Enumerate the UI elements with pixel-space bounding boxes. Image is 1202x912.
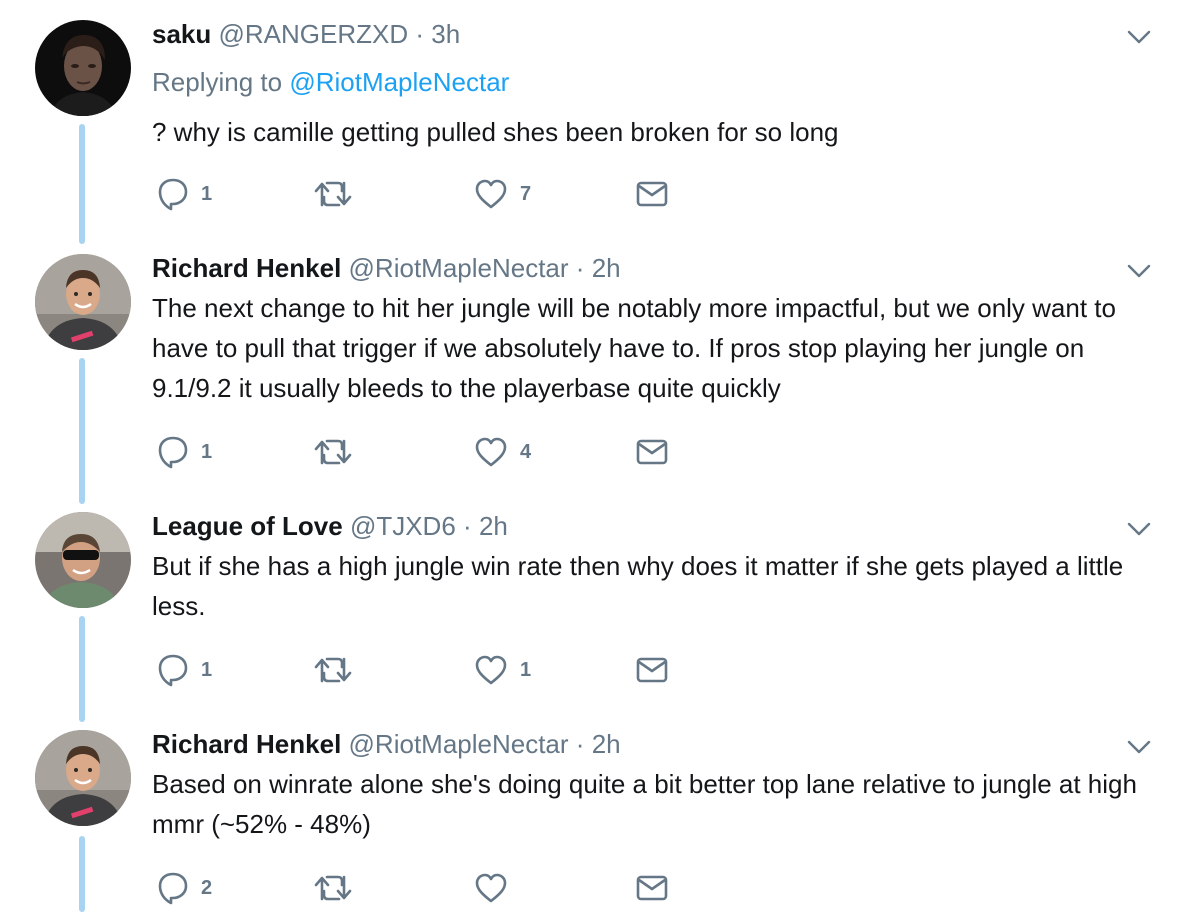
retweet-icon [314, 181, 352, 207]
chevron-down-icon[interactable] [1126, 28, 1152, 46]
reply-button[interactable]: 1 [157, 650, 212, 690]
direct-message-button[interactable] [636, 174, 668, 214]
reply-count: 2 [201, 876, 213, 899]
chevron-down-icon[interactable] [1126, 520, 1152, 538]
retweet-button[interactable] [314, 650, 364, 690]
like-button[interactable]: 1 [474, 650, 531, 690]
tweet-header: Richard Henkel @RiotMapleNectar · 2h [152, 252, 621, 284]
separator-dot: · [415, 19, 425, 49]
heart-icon [475, 655, 507, 685]
direct-message-button[interactable] [636, 868, 668, 908]
reply-icon [158, 178, 188, 211]
separator-dot: · [463, 511, 472, 541]
reply-button[interactable]: 1 [157, 432, 212, 472]
like-count: 1 [520, 658, 532, 681]
tweet-actions: 2 [152, 868, 712, 908]
tweet-text: ? why is camille getting pulled shes bee… [152, 117, 839, 147]
direct-message-button[interactable] [636, 432, 668, 472]
avatar[interactable] [35, 512, 131, 608]
reply-count: 1 [201, 182, 213, 205]
separator-dot: · [575, 253, 585, 283]
reply-icon [158, 872, 188, 905]
tweet[interactable]: Richard Henkel @RiotMapleNectar · 2h Bas… [0, 728, 1202, 912]
tweet-text: Based on winrate alone she's doing quite… [152, 769, 1137, 839]
envelope-icon [636, 181, 668, 207]
timestamp[interactable]: 2h [592, 729, 621, 759]
timestamp[interactable]: 2h [479, 511, 508, 541]
display-name[interactable]: Richard Henkel [152, 253, 341, 283]
reply-icon [158, 436, 188, 469]
avatar[interactable] [35, 254, 131, 350]
envelope-icon [636, 875, 668, 901]
envelope-icon [636, 657, 668, 683]
heart-icon [475, 873, 507, 903]
retweet-button[interactable] [314, 868, 364, 908]
separator-dot: · [575, 729, 585, 759]
tweet[interactable]: League of Love @TJXD6 · 2h But if she ha… [0, 510, 1202, 710]
user-handle[interactable]: @RiotMapleNectar [349, 729, 569, 759]
tweet-actions: 1 4 [152, 432, 712, 472]
like-count: 4 [520, 440, 532, 463]
retweet-button[interactable] [314, 174, 364, 214]
timestamp[interactable]: 3h [431, 19, 460, 49]
tweet-actions: 1 1 [152, 650, 712, 690]
tweet[interactable]: saku @RANGERZXD · 3h Replying to @RiotMa… [0, 18, 1202, 218]
reply-button[interactable]: 1 [157, 174, 212, 214]
tweet-text: The next change to hit her jungle will b… [152, 293, 1116, 403]
like-button[interactable]: 7 [474, 174, 531, 214]
like-button[interactable] [474, 868, 520, 908]
tweet-header: saku @RANGERZXD · 3h [152, 18, 460, 50]
replying-to: Replying to @RiotMapleNectar [152, 66, 509, 98]
timestamp[interactable]: 2h [592, 253, 621, 283]
display-name[interactable]: Richard Henkel [152, 729, 341, 759]
retweet-icon [314, 657, 352, 683]
reply-button[interactable]: 2 [157, 868, 212, 908]
reply-count: 1 [201, 440, 213, 463]
envelope-icon [636, 439, 668, 465]
reply-count: 1 [201, 658, 213, 681]
retweet-button[interactable] [314, 432, 364, 472]
user-handle[interactable]: @RANGERZXD [219, 19, 409, 49]
tweet-header: Richard Henkel @RiotMapleNectar · 2h [152, 728, 621, 760]
tweet-actions: 1 7 [152, 174, 712, 214]
replying-to-handle[interactable]: @RiotMapleNectar [289, 67, 509, 97]
like-count: 7 [520, 182, 532, 205]
avatar[interactable] [35, 20, 131, 116]
reply-icon [158, 654, 188, 687]
chevron-down-icon[interactable] [1126, 738, 1152, 756]
direct-message-button[interactable] [636, 650, 668, 690]
heart-icon [475, 179, 507, 209]
user-handle[interactable]: @TJXD6 [350, 511, 456, 541]
retweet-icon [314, 439, 352, 465]
heart-icon [475, 437, 507, 467]
replying-to-label: Replying to [152, 67, 283, 97]
user-handle[interactable]: @RiotMapleNectar [349, 253, 569, 283]
display-name[interactable]: League of Love [152, 511, 343, 541]
like-button[interactable]: 4 [474, 432, 531, 472]
tweet[interactable]: Richard Henkel @RiotMapleNectar · 2h The… [0, 252, 1202, 492]
tweet-text: But if she has a high jungle win rate th… [152, 551, 1124, 621]
chevron-down-icon[interactable] [1126, 262, 1152, 280]
avatar[interactable] [35, 730, 131, 826]
tweet-header: League of Love @TJXD6 · 2h [152, 510, 508, 542]
retweet-icon [314, 875, 352, 901]
display-name[interactable]: saku [152, 19, 211, 49]
